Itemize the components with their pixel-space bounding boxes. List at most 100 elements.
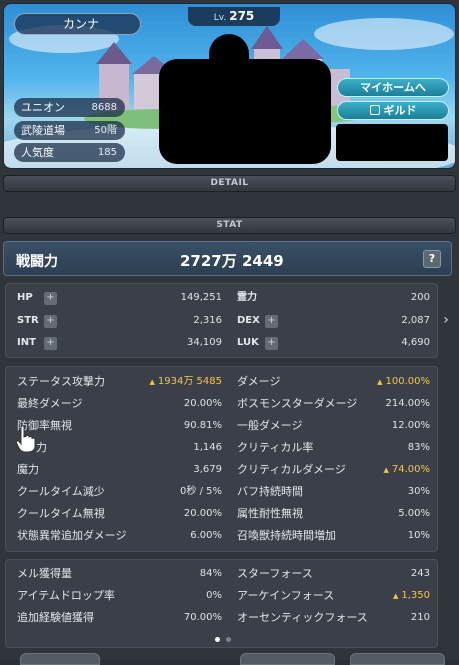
guild-button[interactable]: ギルド xyxy=(337,101,449,120)
stat-label: 属性耐性無視 xyxy=(237,507,303,520)
guild-button-label: ギルド xyxy=(383,104,417,117)
page-dot[interactable] xyxy=(225,637,231,642)
stat-value: 2,087 xyxy=(401,315,430,326)
stat-label: アイテムドロップ率 xyxy=(17,589,115,602)
stat-row: STR + 2,316 DEX + 2,087 xyxy=(6,311,439,331)
stat-value: 0% xyxy=(206,590,222,601)
stat-label: INT xyxy=(17,337,36,348)
stat-value: 30% xyxy=(407,486,430,497)
stat-label: DEX xyxy=(237,315,260,326)
bottom-button[interactable] xyxy=(350,653,445,665)
stat-row: HP + 149,251 霊力 200 xyxy=(6,288,439,308)
level-prefix: Lv. xyxy=(213,13,227,23)
stat-label: STR xyxy=(17,315,39,326)
stat-value: 70.00% xyxy=(183,612,222,623)
stat-label: 状態異常追加ダメージ xyxy=(17,529,127,542)
stat-label: メル獲得量 xyxy=(17,567,72,580)
help-button[interactable]: ? xyxy=(423,250,441,268)
character-name: カンナ xyxy=(14,13,141,35)
extra-stats-panel: メル獲得量 84% スターフォース 243 アイテムドロップ率 0% アーケイン… xyxy=(5,559,438,648)
plus-icon[interactable]: + xyxy=(44,292,57,305)
stat-row: クールタイム減少 0秒 / 5% バフ持続時間 30% xyxy=(6,482,439,502)
stat-value: 4,690 xyxy=(401,337,430,348)
detail-toggle[interactable]: DETAIL xyxy=(3,175,456,192)
bottom-button[interactable] xyxy=(240,653,335,665)
plus-icon[interactable]: + xyxy=(265,315,278,328)
stat-value: 5.00% xyxy=(398,508,430,519)
character-info-window: カンナ Lv. 275 ユニオン 8688 武陵道場 50階 人気度 185 マイ… xyxy=(0,0,459,665)
popularity-label: 人気度 xyxy=(21,146,54,159)
page-indicator xyxy=(6,632,439,645)
level-badge: Lv. 275 xyxy=(188,7,280,26)
redacted-character-image xyxy=(209,34,249,74)
redacted-guild-name xyxy=(336,124,448,161)
stat-value: 1,146 xyxy=(193,442,222,453)
stat-value: 210 xyxy=(410,612,430,623)
stat-row: 防御率無視 90.81% 一般ダメージ 12.00% xyxy=(6,416,439,436)
stat-row: アイテムドロップ率 0% アーケインフォース ▲ 1,350 xyxy=(6,586,439,606)
stat-label: ステータス攻撃力 xyxy=(17,375,105,388)
stat-label: 追加経験値獲得 xyxy=(17,611,94,624)
stat-value: 10% xyxy=(407,530,430,541)
stat-label: 霊力 xyxy=(237,292,257,303)
stat-header: STAT xyxy=(3,217,456,234)
stat-value: 6.00% xyxy=(190,530,222,541)
stat-value: 200 xyxy=(410,292,430,303)
dojo-info: 武陵道場 50階 xyxy=(14,121,125,140)
stat-value: 214.00% xyxy=(385,398,431,409)
plus-icon[interactable]: + xyxy=(44,337,57,350)
stat-label: クールタイム減少 xyxy=(17,485,105,498)
combat-power-row: 戦闘力 2727万 2449 ? xyxy=(3,241,452,276)
plus-icon[interactable]: + xyxy=(44,315,57,328)
profile-banner: カンナ Lv. 275 ユニオン 8688 武陵道場 50階 人気度 185 マイ… xyxy=(3,3,456,169)
stat-label: バフ持続時間 xyxy=(237,485,303,498)
stat-label: スターフォース xyxy=(237,567,313,580)
stat-value: 84% xyxy=(199,568,222,579)
union-label: ユニオン xyxy=(21,101,65,114)
plus-icon[interactable]: + xyxy=(265,337,278,350)
stat-row: クールタイム無視 20.00% 属性耐性無視 5.00% xyxy=(6,504,439,524)
popularity-info: 人気度 185 xyxy=(14,143,125,162)
basic-stats-panel: HP + 149,251 霊力 200 STR + 2,316 DEX + 2,… xyxy=(5,283,438,358)
combat-power-label: 戦闘力 xyxy=(16,254,58,270)
stat-row: 力 1,146 クリティカル率 83% xyxy=(6,438,439,458)
stat-value: 83% xyxy=(407,442,430,453)
stat-label: 召喚獣持続時間増加 xyxy=(237,529,336,542)
stat-label: 魔力 xyxy=(17,463,39,476)
my-home-button[interactable]: マイホームへ xyxy=(337,78,449,97)
stat-value: ▲ 1,350 xyxy=(392,590,430,601)
stat-label: HP xyxy=(17,292,33,303)
stat-label: クールタイム無視 xyxy=(17,507,105,520)
stat-value: 90.81% xyxy=(183,420,222,431)
stat-value: 2,316 xyxy=(193,315,222,326)
stat-row: 状態異常追加ダメージ 6.00% 召喚獣持続時間増加 10% xyxy=(6,526,439,546)
union-info: ユニオン 8688 xyxy=(14,98,125,117)
stat-value: 0秒 / 5% xyxy=(180,486,222,497)
dojo-label: 武陵道場 xyxy=(21,124,65,137)
redacted-character-image xyxy=(159,59,331,164)
stat-label: 力 xyxy=(36,441,47,454)
stat-label: ダメージ xyxy=(237,375,281,388)
increase-icon: ▲ xyxy=(377,378,383,386)
chevron-right-icon[interactable]: › xyxy=(440,310,452,330)
stat-row: INT + 34,109 LUK + 4,690 xyxy=(6,333,439,353)
stat-value: 34,109 xyxy=(187,337,222,348)
page-dot-active[interactable] xyxy=(214,637,220,642)
increase-icon: ▲ xyxy=(383,466,389,474)
stat-value: ▲ 100.00% xyxy=(377,376,430,387)
increase-icon: ▲ xyxy=(392,592,399,600)
stat-label: 一般ダメージ xyxy=(237,419,303,432)
stat-value: ▲ 74.00% xyxy=(383,464,430,475)
detail-stats-panel: ステータス攻撃力 ▲ 1934万 5485 ダメージ ▲ 100.00% 最終ダメー… xyxy=(5,366,438,552)
stat-value: 20.00% xyxy=(183,508,222,519)
union-value: 8688 xyxy=(91,102,117,113)
increase-icon: ▲ xyxy=(149,378,155,386)
guild-icon xyxy=(369,105,380,115)
stat-label: アーケインフォース xyxy=(237,589,335,602)
bottom-button[interactable] xyxy=(20,653,100,665)
stat-row: 最終ダメージ 20.00% ボスモンスターダメージ 214.00% xyxy=(6,394,439,414)
stat-label: 最終ダメージ xyxy=(17,397,83,410)
level-value: 275 xyxy=(229,9,255,23)
stat-value: 243 xyxy=(410,568,430,579)
dojo-value: 50階 xyxy=(94,125,117,136)
